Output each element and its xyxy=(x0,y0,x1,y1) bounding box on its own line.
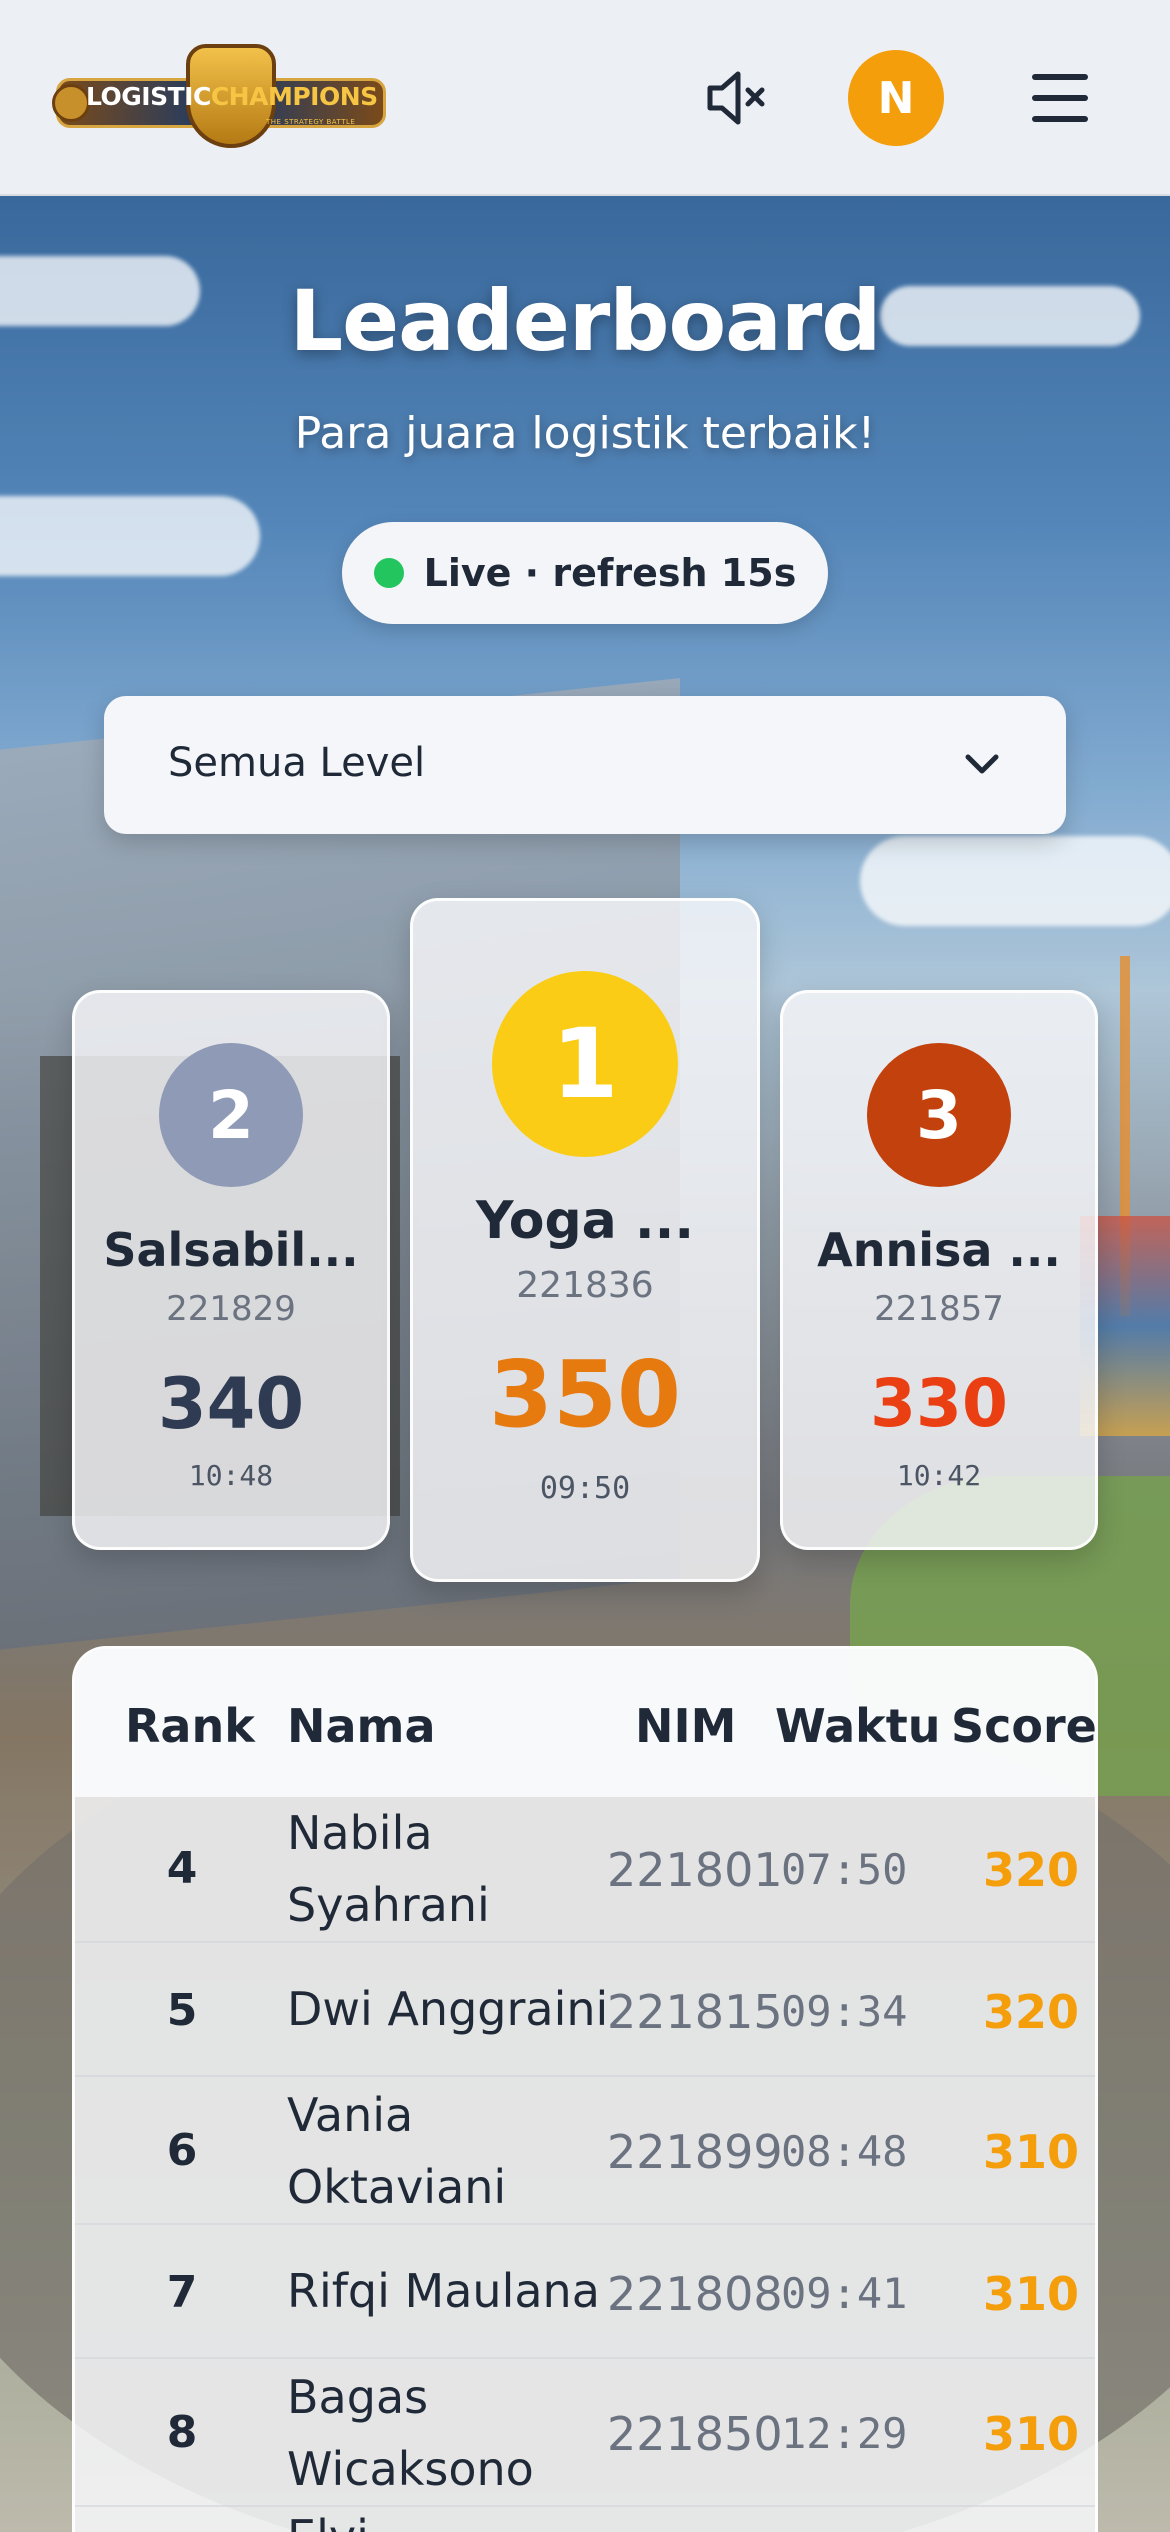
rank-badge-silver: 2 xyxy=(159,1043,303,1187)
live-status-badge: Live · refresh 15s xyxy=(342,522,828,624)
podium-name: Annisa ... xyxy=(817,1223,1061,1277)
rank-badge-gold: 1 xyxy=(492,971,678,1157)
menu-line xyxy=(1032,95,1088,101)
row-name-line: Oktaviani xyxy=(287,2160,507,2214)
row-rank: 8 xyxy=(166,2407,198,2458)
table-row[interactable]: 6 Vania Oktaviani 221899 08:48 310 xyxy=(75,2077,1095,2225)
row-name: Rifqi Maulana xyxy=(287,2255,617,2327)
podium-name: Yoga ... xyxy=(475,1191,695,1251)
row-name-line: Wicaksono xyxy=(287,2442,534,2496)
leaderboard-table[interactable]: Rank Nama NIM Waktu Score 4 Nabila Syahr… xyxy=(72,1646,1098,2532)
podium-card-first[interactable]: 1 Yoga ... 221836 350 09:50 xyxy=(410,898,760,1582)
page-title: Leaderboard xyxy=(289,272,882,370)
table-row[interactable]: 5 Dwi Anggraini 221815 09:34 320 xyxy=(75,1943,1095,2077)
column-header-nim[interactable]: NIM xyxy=(635,1699,736,1753)
table-row[interactable]: Elvi... xyxy=(75,2507,1095,2532)
row-score: 320 xyxy=(982,1985,1080,2039)
compass-icon xyxy=(52,84,90,122)
row-nim: 221850 xyxy=(607,2407,783,2461)
speaker-muted-icon xyxy=(707,71,765,125)
user-avatar[interactable]: N xyxy=(848,50,944,146)
podium-card-third[interactable]: 3 Annisa ... 221857 330 10:42 xyxy=(780,990,1098,1550)
row-nim: 221808 xyxy=(607,2267,783,2321)
top-header: LOGISTICCHAMPIONS THE STRATEGY BATTLE N xyxy=(0,0,1170,196)
column-header-rank[interactable]: Rank xyxy=(125,1699,255,1753)
table-row[interactable]: 8 Bagas Wicaksono 221850 12:29 310 xyxy=(75,2359,1095,2507)
row-name-line: Nabila xyxy=(287,1806,433,1860)
podium-time: 10:48 xyxy=(188,1459,274,1492)
logo-word-champions: CHAMPIONS xyxy=(210,82,378,111)
logo-tagline: THE STRATEGY BATTLE xyxy=(266,118,356,126)
live-indicator-dot xyxy=(373,558,404,588)
table-header: Rank Nama NIM Waktu Score xyxy=(75,1649,1095,1797)
podium-score: 350 xyxy=(488,1341,682,1448)
column-header-score[interactable]: Score xyxy=(951,1699,1095,1753)
row-rank: 7 xyxy=(166,2267,198,2318)
row-name: Dwi Anggraini xyxy=(287,1973,617,2045)
row-time: 09:34 xyxy=(781,1987,908,2036)
row-name-line: Rifqi Maulana xyxy=(287,2264,600,2318)
row-time: 12:29 xyxy=(781,2409,908,2458)
row-name-line: Bagas xyxy=(287,2370,429,2424)
row-score: 310 xyxy=(982,2267,1080,2321)
row-score: 310 xyxy=(982,2407,1080,2461)
podium-nim: 221857 xyxy=(874,1289,1004,1329)
row-name: Elvi... xyxy=(287,2501,597,2532)
menu-line xyxy=(1032,74,1088,80)
row-name-line: Syahrani xyxy=(287,1878,490,1932)
table-row[interactable]: 7 Rifqi Maulana 221808 09:41 310 xyxy=(75,2225,1095,2359)
row-name: Vania Oktaviani xyxy=(287,2079,597,2223)
app-logo[interactable]: LOGISTICCHAMPIONS THE STRATEGY BATTLE xyxy=(52,40,386,152)
row-nim: 221815 xyxy=(607,1985,783,2039)
column-header-name[interactable]: Nama xyxy=(287,1699,436,1753)
column-header-time[interactable]: Waktu xyxy=(775,1699,940,1753)
row-nim: 221801 xyxy=(607,1843,783,1897)
row-time: 08:48 xyxy=(781,2127,908,2176)
podium-card-second[interactable]: 2 Salsabil... 221829 340 10:48 xyxy=(72,990,390,1550)
row-score: 310 xyxy=(982,2125,1080,2179)
menu-line xyxy=(1032,116,1088,122)
rank-badge-bronze: 3 xyxy=(867,1043,1011,1187)
row-time: 07:50 xyxy=(781,1845,908,1894)
row-name-line: Vania xyxy=(287,2088,414,2142)
podium-score: 330 xyxy=(870,1365,1008,1442)
row-rank: 5 xyxy=(166,1985,198,2036)
podium-score: 340 xyxy=(157,1363,305,1445)
mute-button[interactable] xyxy=(706,70,766,126)
row-rank: 4 xyxy=(166,1843,198,1894)
level-filter-select[interactable]: Semua Level xyxy=(104,696,1066,834)
row-score: 320 xyxy=(982,1843,1080,1897)
live-status-label: Live · refresh 15s xyxy=(423,551,797,595)
row-name-line: Elvi... xyxy=(287,2501,597,2532)
podium-nim: 221829 xyxy=(166,1289,296,1329)
level-filter-value: Semua Level xyxy=(168,740,426,786)
podium-time: 10:42 xyxy=(896,1459,982,1492)
row-nim: 221899 xyxy=(607,2125,783,2179)
hamburger-menu-button[interactable] xyxy=(1032,74,1088,122)
row-name-line: Dwi Anggraini xyxy=(287,1982,609,2036)
table-row[interactable]: 4 Nabila Syahrani 221801 07:50 320 xyxy=(75,1797,1095,1943)
page-subtitle: Para juara logistik terbaik! xyxy=(294,408,876,459)
podium-nim: 221836 xyxy=(516,1265,654,1306)
row-name: Nabila Syahrani xyxy=(287,1797,597,1941)
row-rank: 6 xyxy=(166,2125,198,2176)
row-time: 09:41 xyxy=(781,2269,908,2318)
row-name: Bagas Wicaksono xyxy=(287,2361,597,2505)
logo-word-logistic: LOGISTIC xyxy=(86,82,211,111)
podium-time: 09:50 xyxy=(539,1471,631,1506)
podium-name: Salsabil... xyxy=(103,1223,359,1277)
chevron-down-icon xyxy=(965,754,999,774)
logo-wordmark: LOGISTICCHAMPIONS xyxy=(86,82,378,111)
